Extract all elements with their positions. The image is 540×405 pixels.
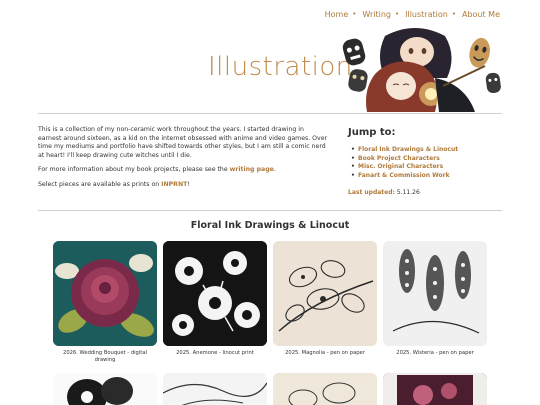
inprnt-link[interactable]: INPRNT bbox=[161, 181, 187, 188]
jump-link-book-characters[interactable]: Book Project Characters bbox=[351, 155, 508, 164]
intro-text-span: For more information about my book proje… bbox=[38, 166, 230, 174]
gallery-item-wisteria[interactable]: 2025. Wisteria - pen on paper bbox=[383, 241, 487, 357]
gallery-artwork bbox=[273, 373, 377, 405]
intro-paragraph-prints: Select pieces are available as prints on… bbox=[38, 181, 328, 190]
gallery-caption: 2025. Wisteria - pen on paper bbox=[396, 350, 474, 356]
nav-about-link[interactable]: About Me bbox=[462, 10, 500, 19]
intro-paragraph-writing: For more information about my book proje… bbox=[38, 166, 328, 175]
gallery-artwork bbox=[163, 373, 267, 405]
gallery-caption: 2025. Anemone - linocut print bbox=[176, 350, 254, 356]
wedding-bouquet-image[interactable] bbox=[53, 241, 157, 346]
jump-to-panel: Jump to: Floral Ink Drawings & Linocut B… bbox=[348, 127, 508, 196]
intro-text-span: ! bbox=[187, 180, 190, 188]
magnolia-image[interactable] bbox=[273, 241, 377, 346]
gallery-image[interactable] bbox=[53, 373, 157, 405]
gallery-image[interactable] bbox=[163, 373, 267, 405]
top-nav: Home • Writing • Illustration • About Me bbox=[325, 10, 500, 19]
nav-home-link[interactable]: Home bbox=[325, 10, 349, 19]
page-title: Illustration bbox=[208, 52, 353, 82]
jump-link-fanart[interactable]: Fanart & Commission Work bbox=[351, 172, 508, 181]
anemone-image[interactable] bbox=[163, 241, 267, 346]
nav-separator: • bbox=[394, 10, 400, 18]
last-updated: Last updated: 5.11.26 bbox=[348, 189, 508, 196]
intro-text-span: Select pieces are available as prints on bbox=[38, 180, 162, 188]
writing-page-link[interactable]: writing page bbox=[230, 166, 274, 173]
gallery-artwork bbox=[383, 373, 487, 405]
header-illustration bbox=[335, 26, 501, 112]
nav-writing-link[interactable]: Writing bbox=[362, 10, 391, 19]
jump-to-heading: Jump to: bbox=[348, 127, 396, 138]
nav-illustration-link[interactable]: Illustration bbox=[405, 10, 448, 19]
gallery-item-anemone[interactable]: 2025. Anemone - linocut print bbox=[163, 241, 267, 357]
last-updated-label: Last updated: bbox=[348, 189, 395, 197]
gallery-item[interactable] bbox=[273, 373, 377, 405]
gallery-item[interactable] bbox=[383, 373, 487, 405]
gallery-item-magnolia[interactable]: 2025. Magnolia - pen on paper bbox=[273, 241, 377, 357]
anemone-artwork bbox=[163, 241, 267, 346]
gallery-item-wedding-bouquet[interactable]: 2026. Wedding Bouquet - digital drawing bbox=[53, 241, 157, 364]
wisteria-image[interactable] bbox=[383, 241, 487, 346]
section-divider bbox=[38, 210, 502, 211]
magnolia-artwork bbox=[273, 241, 377, 346]
header-divider bbox=[38, 113, 502, 114]
last-updated-value: 5.11.26 bbox=[396, 189, 420, 197]
gallery-image[interactable] bbox=[383, 373, 487, 405]
intro-text-span: . bbox=[273, 166, 276, 174]
nav-separator: • bbox=[451, 10, 456, 18]
wedding-bouquet-artwork bbox=[53, 241, 157, 346]
jump-link-misc-characters[interactable]: Misc. Original Characters bbox=[351, 163, 508, 172]
gallery-caption: 2025. Magnolia - pen on paper bbox=[285, 350, 365, 356]
jump-link-floral[interactable]: Floral Ink Drawings & Linocut bbox=[351, 146, 508, 155]
gallery-item[interactable] bbox=[53, 373, 157, 405]
witches-illustration-image bbox=[342, 28, 501, 112]
wisteria-artwork bbox=[383, 241, 487, 346]
section-heading: Floral Ink Drawings & Linocut bbox=[190, 220, 350, 231]
gallery-artwork bbox=[53, 373, 157, 405]
gallery-image[interactable] bbox=[273, 373, 377, 405]
nav-separator: • bbox=[352, 10, 357, 18]
intro-paragraph: This is a collection of my non-ceramic w… bbox=[38, 126, 328, 159]
jump-to-list: Floral Ink Drawings & Linocut Book Proje… bbox=[348, 146, 508, 180]
intro-text: This is a collection of my non-ceramic w… bbox=[38, 126, 328, 196]
gallery-item[interactable] bbox=[163, 373, 267, 405]
gallery-caption: 2026. Wedding Bouquet - digital drawing bbox=[63, 350, 147, 363]
